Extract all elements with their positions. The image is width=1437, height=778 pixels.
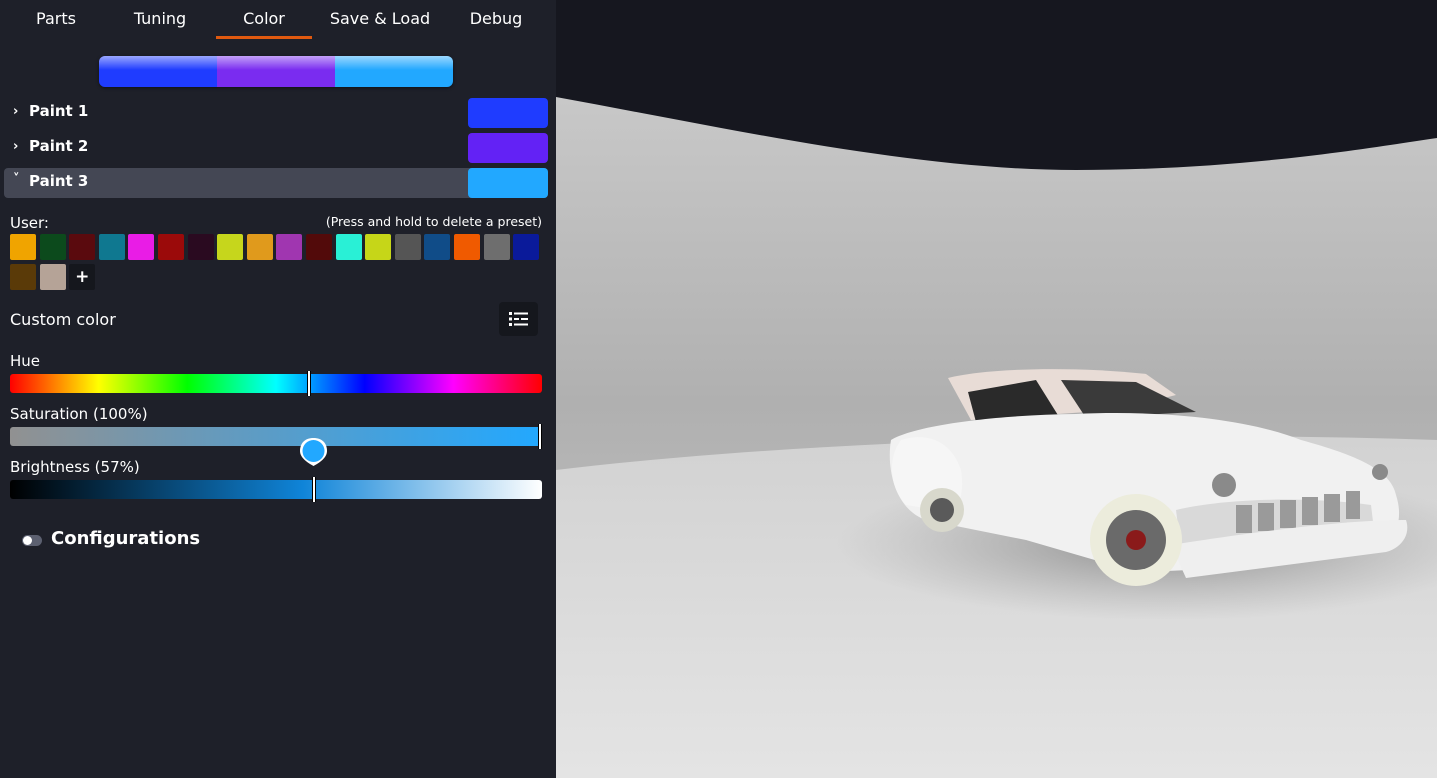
- paint-2-row[interactable]: › Paint 2: [4, 133, 548, 163]
- chevron-right-icon: ›: [13, 104, 19, 119]
- 3d-viewport[interactable]: [556, 0, 1437, 778]
- preset-swatch[interactable]: [365, 234, 392, 260]
- paint-2-swatch[interactable]: [468, 133, 548, 163]
- brightness-slider[interactable]: [10, 477, 542, 502]
- preset-swatch[interactable]: [10, 234, 36, 260]
- brightness-slider-handle[interactable]: [312, 477, 317, 502]
- preset-delete-hint: (Press and hold to delete a preset): [325, 214, 542, 229]
- tab-debug[interactable]: Debug: [462, 0, 530, 36]
- configurations-label: Configurations: [51, 528, 201, 549]
- preset-swatch[interactable]: [335, 234, 362, 260]
- preset-swatch[interactable]: [483, 234, 510, 260]
- paint-3-preview: [335, 56, 453, 87]
- paint-1-row[interactable]: › Paint 1: [4, 98, 548, 128]
- user-presets-label: User:: [10, 214, 49, 232]
- preset-swatch[interactable]: [128, 234, 155, 260]
- preset-swatch[interactable]: [158, 234, 184, 260]
- preset-swatch[interactable]: [69, 234, 96, 260]
- vehicle-scene: [556, 0, 1437, 778]
- plus-icon: +: [75, 267, 90, 287]
- hue-slider[interactable]: [10, 371, 542, 396]
- saturation-slider-handle[interactable]: [538, 424, 542, 449]
- saturation-label: Saturation (100%): [10, 405, 148, 423]
- list-settings-icon: [509, 312, 528, 326]
- preset-swatch[interactable]: [39, 234, 66, 260]
- preset-swatch[interactable]: [10, 264, 36, 290]
- paint-3-row[interactable]: ˅ Paint 3: [4, 168, 548, 198]
- configurations-toggle[interactable]: [22, 535, 42, 546]
- paint-preview-bar: [99, 56, 453, 87]
- preset-swatch[interactable]: [513, 234, 540, 260]
- tab-parts[interactable]: Parts: [22, 0, 90, 36]
- brightness-label: Brightness (57%): [10, 458, 140, 476]
- knob-shape: [300, 438, 327, 466]
- color-list-button[interactable]: [499, 302, 538, 336]
- paint-1-swatch[interactable]: [468, 98, 548, 128]
- chevron-down-icon: ˅: [13, 172, 20, 187]
- hue-label: Hue: [10, 352, 41, 370]
- tab-tuning[interactable]: Tuning: [124, 0, 196, 36]
- preset-swatch[interactable]: [217, 234, 244, 260]
- preset-swatch[interactable]: [246, 234, 273, 260]
- custom-color-label: Custom color: [10, 310, 116, 329]
- preset-swatch[interactable]: [306, 234, 332, 260]
- paint-1-label: Paint 1: [29, 102, 89, 120]
- preset-swatch[interactable]: [187, 234, 214, 260]
- preset-swatch[interactable]: [394, 234, 421, 260]
- preset-swatch[interactable]: [39, 264, 66, 290]
- paint-3-swatch[interactable]: [468, 168, 548, 198]
- preset-swatch[interactable]: [424, 234, 451, 260]
- chevron-right-icon: ›: [13, 139, 19, 154]
- saturation-slider[interactable]: [10, 424, 542, 449]
- preset-swatch[interactable]: [454, 234, 480, 260]
- paint-3-label: Paint 3: [29, 172, 89, 190]
- tab-bar: Parts Tuning Color Save & Load Debug: [0, 0, 556, 40]
- vehicle-config-panel: Parts Tuning Color Save & Load Debug › P…: [0, 0, 556, 778]
- add-preset-button[interactable]: +: [69, 264, 96, 290]
- tab-color[interactable]: Color: [216, 0, 312, 39]
- paint-1-preview: [99, 56, 217, 87]
- tab-save-load[interactable]: Save & Load: [326, 0, 434, 36]
- paint-2-preview: [217, 56, 335, 87]
- paint-2-label: Paint 2: [29, 137, 89, 155]
- preset-swatch[interactable]: [276, 234, 303, 260]
- hue-slider-handle[interactable]: [306, 371, 311, 396]
- preset-swatch[interactable]: [98, 234, 125, 260]
- color-drag-knob[interactable]: [298, 436, 329, 467]
